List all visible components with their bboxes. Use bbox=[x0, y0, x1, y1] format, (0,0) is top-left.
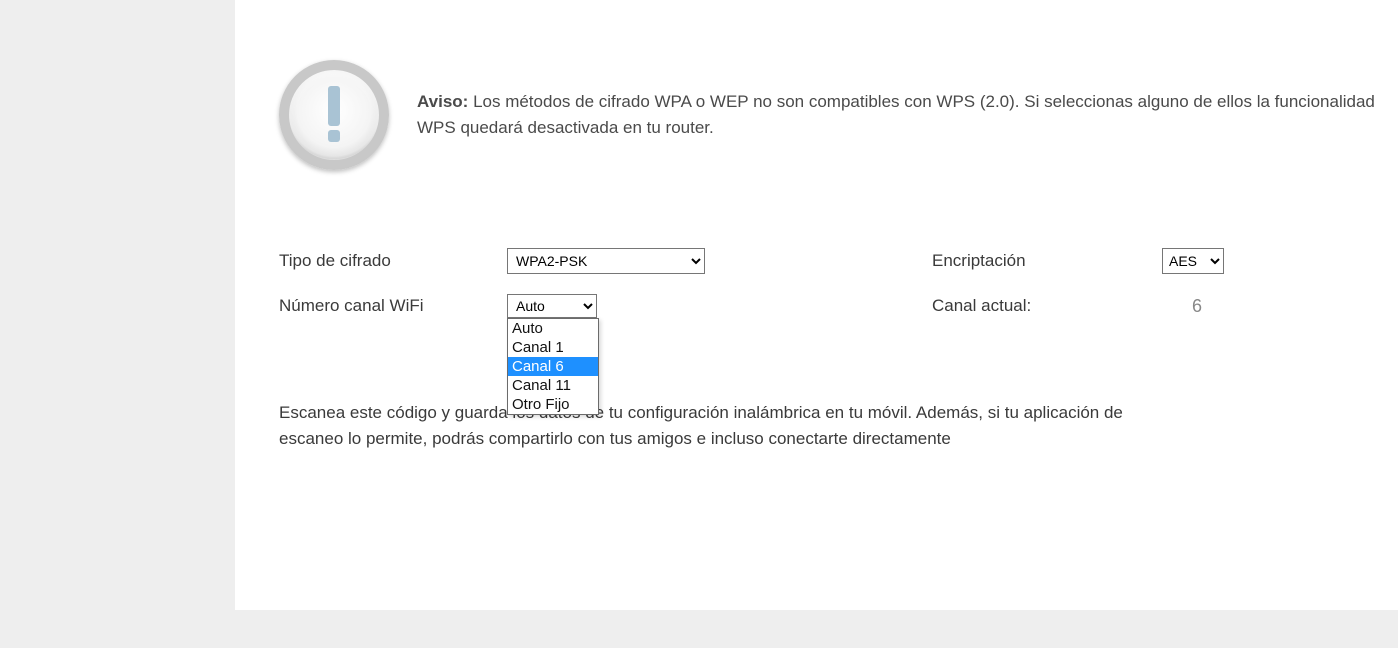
channel-option-other[interactable]: Otro Fijo bbox=[508, 395, 598, 414]
channel-option-1[interactable]: Canal 1 bbox=[508, 338, 598, 357]
qr-instruction-text: Escanea este código y guarda los datos d… bbox=[279, 400, 1179, 453]
notice-prefix: Aviso: bbox=[417, 92, 468, 111]
settings-panel: Aviso: Los métodos de cifrado WPA o WEP … bbox=[235, 0, 1398, 610]
encryption-label: Encriptación bbox=[932, 251, 1162, 271]
info-icon bbox=[279, 60, 389, 170]
channel-option-6[interactable]: Canal 6 bbox=[508, 357, 598, 376]
cipher-select[interactable]: WPA2-PSK bbox=[507, 248, 705, 274]
wps-warning-notice: Aviso: Los métodos de cifrado WPA o WEP … bbox=[235, 0, 1398, 170]
notice-text: Aviso: Los métodos de cifrado WPA o WEP … bbox=[417, 89, 1398, 142]
channel-dropdown-list[interactable]: Auto Canal 1 Canal 6 Canal 11 Otro Fijo bbox=[507, 318, 599, 415]
notice-body: Los métodos de cifrado WPA o WEP no son … bbox=[417, 92, 1375, 137]
cipher-label: Tipo de cifrado bbox=[279, 251, 507, 271]
channel-select[interactable]: Auto bbox=[507, 294, 597, 318]
encryption-select[interactable]: AES bbox=[1162, 248, 1224, 274]
channel-option-11[interactable]: Canal 11 bbox=[508, 376, 598, 395]
current-channel-label: Canal actual: bbox=[932, 296, 1162, 316]
wifi-settings-form: Tipo de cifrado WPA2-PSK Encriptación AE… bbox=[235, 170, 1398, 453]
current-channel-value: 6 bbox=[1162, 296, 1202, 317]
cipher-row: Tipo de cifrado WPA2-PSK Encriptación AE… bbox=[279, 248, 1338, 274]
channel-option-auto[interactable]: Auto bbox=[508, 319, 598, 338]
channel-label: Número canal WiFi bbox=[279, 296, 507, 316]
channel-row: Número canal WiFi Auto Auto Canal 1 Cana… bbox=[279, 294, 1338, 318]
